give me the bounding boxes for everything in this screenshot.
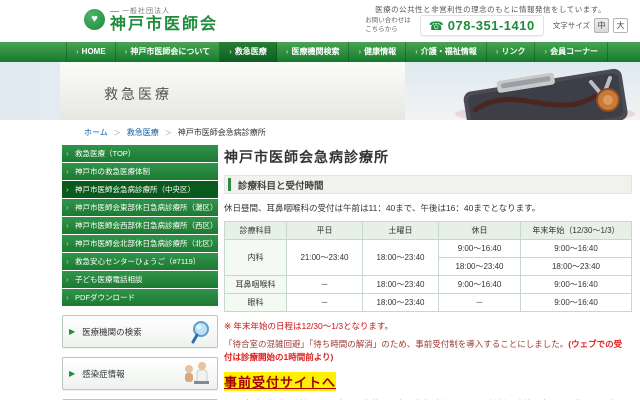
chevron-icon: › [544,42,547,62]
nav-item-care-welfare[interactable]: ›介護・福祉情報 [406,42,487,62]
breadcrumb-separator: ＞ [165,128,172,138]
chevron-icon: › [76,42,79,62]
doctor-patient-illustration [181,361,211,387]
fontsize-large-button[interactable]: 大 [613,18,628,33]
phone-number: 078-351-1410 [448,18,535,33]
nav-item-members[interactable]: ›会員コーナー [535,42,608,62]
advance-reception-notice: 「待合室の混雑回避」「待ち時間の解消」のため、事前受付制を導入することにしました… [224,338,624,364]
triangle-icon: ▶ [69,327,75,336]
phone-icon: ☎ [429,20,444,32]
chevron-icon: › [229,42,232,62]
sidebar-item-seibu-nishi[interactable]: 神戸市医師会西部休日急病診療所（西区） [62,217,218,234]
sidebar-item-kids-phone[interactable]: 子ども医療電話相談 [62,271,218,288]
green-accent-bar [228,178,231,191]
yearend-note: ※ 年末年始の日程は12/30～1/3となります。 [224,320,632,332]
table-row: 眼科 － 18:00～23:40 － 9:00～16:40 [225,294,632,312]
fontsize-medium-button[interactable]: 中 [594,18,609,33]
sidebar-item-hokubu-kita[interactable]: 神戸市医師会北部休日急病診療所（北区） [62,235,218,252]
schedule-table: 診療科目 平日 土曜日 休日 年末年始（12/30～1/3） 内科 21:00～… [224,221,632,312]
phone-box[interactable]: ☎ 078-351-1410 [420,15,544,36]
breadcrumb-current: 神戸市医師会急病診療所 [178,127,266,138]
chevron-icon: › [125,42,128,62]
breadcrumb-emergency[interactable]: 救急医療 [127,127,159,138]
col-header-holiday: 休日 [439,222,521,240]
breadcrumb-home[interactable]: ホーム [84,127,108,138]
col-header-saturday: 土曜日 [363,222,439,240]
chevron-icon: › [415,42,418,62]
nav-item-search[interactable]: ›医療機関検索 [277,42,350,62]
contact-label: お問い合わせは こちらから [365,17,411,33]
magnifier-icon [189,320,211,344]
sidebar-item-kyubyo-chuo[interactable]: 神戸市医師会急病診療所（中央区） [62,181,218,198]
sidebar-item-emergency-top[interactable]: 救急医療（TOP） [62,145,218,162]
breadcrumb-separator: ＞ [114,128,121,138]
nav-item-health[interactable]: ›健康情報 [349,42,406,62]
kobe-medical-association-page: ♥ 一般社団法人 神戸市医師会 医療の公共性と非営利性の理念のもとに情報発信をし… [0,0,640,400]
org-name: 神戸市医師会 [110,16,218,34]
sidebar-item-kobe-emergency-system[interactable]: 神戸市の救急医療体制 [62,163,218,180]
sidebar-item-tobu-nada[interactable]: 神戸市医師会東部休日急病診療所（灘区） [62,199,218,216]
table-row: 耳鼻咽喉科 － 18:00～23:40 9:00～16:40 9:00～16:4… [225,276,632,294]
banner-infection-info[interactable]: ▶ 感染症情報 [62,357,218,390]
hero-title: 救急医療 [104,84,172,104]
col-header-dept: 診療科目 [225,222,287,240]
banner-medical-search[interactable]: ▶ 医療機関の検索 [62,315,218,348]
table-row: 内科 21:00～23:40 18:00～23:40 9:00～16:40 9:… [225,240,632,258]
chevron-icon: › [286,42,289,62]
sidebar-item-7119[interactable]: 救急安心センターひょうご（#7119） [62,253,218,270]
intro-text: 休日昼間、耳鼻咽喉科の受付は午前は11：40まで、午後は16：40までとなります… [224,202,632,214]
global-nav: ›HOME ›神戸市医師会について ›救急医療 ›医療機関検索 ›健康情報 ›介… [0,42,640,62]
chevron-icon: › [496,42,499,62]
kobe-med-logo-icon: ♥ [84,9,105,30]
site-logo[interactable]: ♥ 一般社団法人 神戸市医師会 [84,6,218,34]
col-header-weekday: 平日 [287,222,363,240]
org-type: 一般社団法人 [110,6,218,16]
nav-item-home[interactable]: ›HOME [66,42,116,62]
breadcrumb: ホーム ＞ 救急医療 ＞ 神戸市医師会急病診療所 [0,120,640,145]
site-tagline: 医療の公共性と非営利性の理念のもとに情報発信をしています。 [375,4,606,15]
site-header: ♥ 一般社団法人 神戸市医師会 医療の公共性と非営利性の理念のもとに情報発信をし… [0,0,640,42]
col-header-yearend: 年末年始（12/30～1/3） [521,222,632,240]
fontsize-label: 文字サイズ [553,20,590,31]
nav-item-links[interactable]: ›リンク [487,42,536,62]
advance-reception-site-link[interactable]: 事前受付サイトへ [224,372,336,391]
page-title: 神戸市医師会急病診療所 [224,147,632,167]
hero-banner: 救急医療 [0,62,640,120]
sidebar-item-pdf-download[interactable]: PDFダウンロード [62,289,218,306]
sidebar: 救急医療（TOP） 神戸市の救急医療体制 神戸市医師会急病診療所（中央区） 神戸… [62,145,218,400]
nav-item-emergency[interactable]: ›救急医療 [220,42,277,62]
stethoscope-photo [405,62,640,120]
section-heading: 診療科目と受付時間 [224,175,632,194]
main-content: 神戸市医師会急病診療所 診療科目と受付時間 休日昼間、耳鼻咽喉科の受付は午前は1… [224,145,640,400]
chevron-icon: › [358,42,361,62]
triangle-icon: ▶ [69,369,75,378]
nav-item-about[interactable]: ›神戸市医師会について [116,42,220,62]
